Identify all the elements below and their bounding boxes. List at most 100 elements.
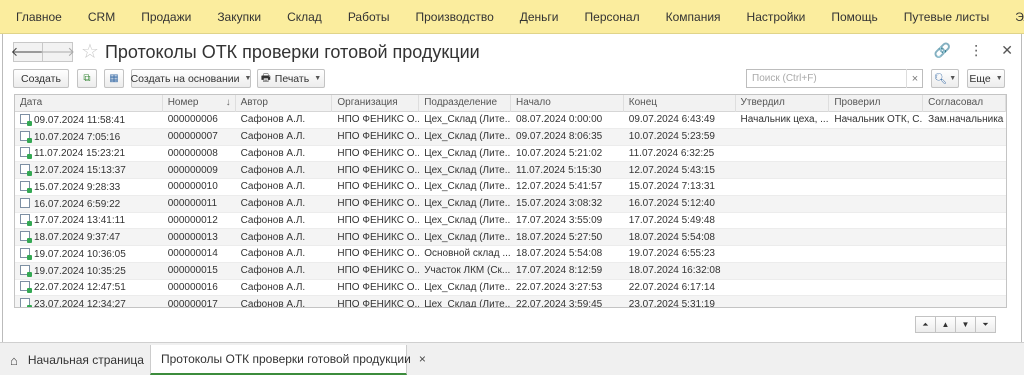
clear-search-icon[interactable]: × [906, 69, 923, 88]
table-cell: 12.07.2024 15:13:37 [15, 164, 163, 177]
create-based-on-label: Создать на основании [130, 72, 240, 85]
column-header[interactable]: Организация [332, 95, 420, 112]
list-settings-icon-button[interactable]: ▦ [104, 69, 124, 88]
table-row[interactable]: 19.07.2024 10:35:25 000000015 Сафонов А.Л.… [15, 262, 1006, 280]
column-header[interactable]: Дата [15, 95, 163, 112]
table-cell: Цех_Склад (Лите... [419, 232, 511, 243]
scroll-down-button[interactable]: ▼ [955, 316, 976, 333]
table-row[interactable]: 12.07.2024 15:13:37 000000009 Сафонов А.Л.… [15, 162, 1006, 179]
cell-text: Цех_Склад (Лите... [424, 231, 512, 243]
create-based-on-button[interactable]: Создать на основании ▼ [131, 69, 251, 88]
forward-button[interactable]: 🡒 [40, 42, 75, 62]
cell-text: 12.07.2024 5:43:15 [628, 164, 715, 176]
table-row[interactable]: 11.07.2024 15:23:21 000000008 Сафонов А.Л.… [15, 146, 1006, 163]
column-header[interactable]: Согласовал [923, 95, 1006, 112]
cell-text: Сафонов А.Л. [240, 147, 306, 159]
column-header[interactable]: Номер ↓ [163, 95, 236, 112]
tab-protocols[interactable]: Протоколы ОТК проверки готовой продукции… [150, 345, 426, 375]
menu-item[interactable]: Эл. торго [1002, 0, 1024, 33]
cell-text: Цех_Склад (Лите... [424, 281, 512, 293]
table-row[interactable]: 23.07.2024 12:34:27 000000017 Сафонов А.Л.… [15, 296, 1006, 307]
menu-item[interactable]: Склад [274, 0, 335, 33]
table-cell: 22.07.2024 3:59:45 [511, 299, 624, 307]
table-row[interactable]: 16.07.2024 6:59:22 000000011 Сафонов А.Л. Н… [15, 195, 1006, 213]
menu-item[interactable]: Деньги [507, 0, 572, 33]
scroll-up-button[interactable]: ▲ [935, 316, 956, 333]
link-icon[interactable]: 🔗 [934, 42, 951, 59]
table-row[interactable]: 10.07.2024 7:05:16 000000007 Сафонов А.Л. Н… [15, 128, 1006, 146]
table-row[interactable]: 09.07.2024 11:58:41 000000006 Сафонов А.Л.… [15, 112, 1006, 129]
table-cell: 000000013 [163, 232, 236, 243]
cell-text: 09.07.2024 11:58:41 [34, 114, 126, 126]
print-button[interactable]: 🖶 Печать ▼ [257, 69, 325, 88]
cell-text: НПО ФЕНИКС О... [337, 147, 420, 159]
more-vertical-icon[interactable]: ⋮ [969, 42, 983, 59]
back-button[interactable]: 🡐 [11, 42, 45, 62]
table-row[interactable]: 19.07.2024 10:36:05 000000014 Сафонов А.Л.… [15, 246, 1006, 263]
menu-item[interactable]: Помощь [818, 0, 890, 33]
column-header[interactable]: Автор [236, 95, 333, 112]
table-row[interactable]: 17.07.2024 13:41:11 000000012 Сафонов А.Л.… [15, 213, 1006, 230]
create-button[interactable]: Создать [13, 69, 69, 88]
top-menu: Главное CRM Продажи Закупки Склад Работы Произ… [0, 0, 1024, 34]
cell-text: Сафонов А.Л. [240, 198, 306, 210]
copy-icon-button[interactable]: ⧉ [77, 69, 97, 88]
document-posted-icon [20, 231, 32, 244]
menu-item[interactable]: Закупки [204, 0, 274, 33]
table-cell: Сафонов А.Л. [236, 148, 333, 159]
cell-text: 000000010 [167, 181, 218, 193]
table-cell: Сафонов А.Л. [236, 198, 333, 209]
chevron-down-icon: ▼ [244, 75, 252, 82]
column-header[interactable]: Начало [511, 95, 624, 112]
table-cell: 11.07.2024 5:15:30 [511, 165, 624, 176]
menu-item[interactable]: Настройки [734, 0, 819, 33]
star-icon[interactable]: ☆ [81, 42, 99, 62]
table-cell: Сафонов А.Л. [236, 248, 333, 259]
menu-item[interactable]: Главное [0, 0, 75, 33]
menu-item[interactable]: Компания [653, 0, 734, 33]
scroll-top-button[interactable]: ⏶ [915, 316, 936, 333]
cell-text: 000000006 [167, 114, 218, 126]
chevron-down-icon: ▼ [949, 75, 957, 82]
cell-text: Цех_Склад (Лите... [424, 198, 512, 210]
table-cell: 17.07.2024 13:41:11 [15, 214, 163, 227]
cell-text: 16.07.2024 6:59:22 [34, 198, 121, 210]
column-header[interactable]: Проверил [829, 95, 924, 112]
table-row[interactable]: 22.07.2024 12:47:51 000000016 Сафонов А.Л.… [15, 280, 1006, 297]
cell-text: Цех_Склад (Лите... [424, 214, 512, 226]
more-button[interactable]: Еще ▼ [967, 69, 1005, 88]
tab-home[interactable]: ⌂ Начальная страница [10, 345, 144, 375]
cell-text: Основной склад ... [424, 248, 511, 260]
menu-item[interactable]: Производство [403, 0, 507, 33]
table-cell: 11.07.2024 15:23:21 [15, 147, 163, 160]
search-button[interactable]: 🔍︎ ▼ [931, 69, 959, 88]
column-header[interactable]: Конец [624, 95, 736, 112]
column-header[interactable]: Утвердил [736, 95, 830, 112]
table-cell: 11.07.2024 6:32:25 [624, 148, 736, 159]
table-cell: Сафонов А.Л. [236, 165, 333, 176]
document-posted-icon [20, 147, 32, 160]
scroll-bottom-button[interactable]: ⏷ [975, 316, 996, 333]
table-row[interactable]: 18.07.2024 9:37:47 000000013 Сафонов А.Л. Н… [15, 229, 1006, 246]
cell-text: Сафонов А.Л. [240, 281, 306, 293]
search-input[interactable]: Поиск (Ctrl+F) [746, 69, 923, 88]
cell-text: 000000015 [167, 265, 218, 277]
menu-item[interactable]: Продажи [128, 0, 204, 33]
menu-item[interactable]: Персонал [572, 0, 653, 33]
column-header[interactable]: Подразделение [419, 95, 512, 112]
cell-text: 22.07.2024 12:47:51 [34, 282, 126, 294]
menu-item[interactable]: Работы [335, 0, 403, 33]
menu-item[interactable]: CRM [75, 0, 128, 33]
table-row[interactable]: 15.07.2024 9:28:33 000000010 Сафонов А.Л. Н… [15, 179, 1006, 196]
cell-text: Цех_Склад (Лите... [424, 181, 512, 193]
menu-item[interactable]: Путевые листы [891, 0, 1003, 33]
search-icon: 🔍︎ [933, 73, 948, 85]
table-cell: Цех_Склад (Лите... [419, 282, 511, 293]
cell-text: 000000009 [167, 164, 218, 176]
column-header-label: Организация [337, 97, 398, 108]
table-cell: 17.07.2024 3:55:09 [511, 215, 624, 226]
column-header-label: Утвердил [740, 97, 785, 108]
close-icon[interactable]: ✕ [1001, 42, 1013, 59]
cell-text: Сафонов А.Л. [240, 114, 306, 126]
close-tab-icon[interactable]: × [419, 352, 426, 366]
